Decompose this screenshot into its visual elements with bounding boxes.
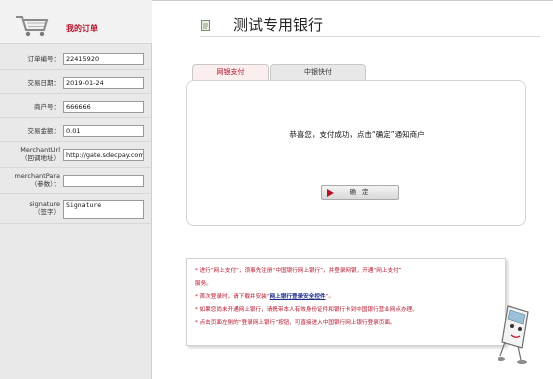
bank-title: 测试专用银行 xyxy=(233,16,324,34)
notice-item: * 如果您尚未开通网上银行，请携带本人有效身份证件和银行卡到中国银行营业网点办理… xyxy=(195,307,418,313)
signature-label: signature （签字） xyxy=(29,200,60,216)
document-icon xyxy=(201,20,210,31)
merchant-para-input[interactable] xyxy=(63,175,144,187)
signature-row: signature （签字） Signature xyxy=(0,194,152,224)
merchant-id-row: 商户号： 666666 xyxy=(0,94,152,118)
amount-input[interactable]: 0.01 xyxy=(63,125,144,137)
merchant-url-input[interactable]: http://gate.sdecpay.com xyxy=(63,149,144,161)
trade-date-row: 交易日期： 2019-01-24 xyxy=(0,70,152,94)
signature-textarea[interactable]: Signature xyxy=(63,200,144,219)
success-message: 恭喜您，支付成功，点击“确定”通知商户 xyxy=(289,130,425,139)
order-number-row: 订单编号： 22415920 xyxy=(0,46,152,70)
top-divider xyxy=(152,0,553,3)
card-mascot-icon xyxy=(498,305,529,364)
merchant-url-row: MerchantUrl （回调地址） http://gate.sdecpay.c… xyxy=(0,142,152,168)
merchant-id-label: 商户号： xyxy=(34,103,60,111)
order-sidebar: 我的订单 订单编号： 22415920 交易日期： 2019-01-24 商户号… xyxy=(0,0,152,379)
notice-item-continued: 服务。 xyxy=(195,281,212,287)
amount-label: 交易金额： xyxy=(27,127,61,135)
merchant-para-row: merchantPara （参数）： xyxy=(0,168,152,194)
order-title: 我的订单 xyxy=(66,23,98,33)
merchant-id-input[interactable]: 666666 xyxy=(63,101,144,113)
title-divider xyxy=(200,36,540,37)
security-control-link[interactable]: 网上银行登录安全控件 xyxy=(270,294,326,300)
trade-date-label: 交易日期： xyxy=(27,79,61,87)
merchant-url-label: MerchantUrl （回调地址） xyxy=(20,146,60,162)
order-number-label: 订单编号： xyxy=(27,55,61,63)
payment-panel: 恭喜您，支付成功，点击“确定”通知商户 确 定 xyxy=(186,80,526,226)
tab-online-banking[interactable]: 网银支付 xyxy=(192,64,269,80)
order-number-input[interactable]: 22415920 xyxy=(63,53,144,65)
notice-item: * 首次登录时，请下载并安装“网上银行登录安全控件”。 xyxy=(195,294,335,300)
notice-item: * 点击页面左侧的“登录网上银行”按钮，可直接进入中国银行网上银行登录页面。 xyxy=(195,320,396,326)
confirm-button-label: 确 定 xyxy=(349,188,371,196)
tab-boc-quickpay[interactable]: 中银快付 xyxy=(270,64,366,80)
confirm-button[interactable]: 确 定 xyxy=(321,185,399,200)
trade-date-input[interactable]: 2019-01-24 xyxy=(63,77,144,89)
arrow-right-icon xyxy=(327,189,334,197)
merchant-para-label: merchantPara （参数）： xyxy=(14,172,60,188)
sidebar-header: 我的订单 xyxy=(0,0,152,44)
notice-item: * 进行“网上支付”，须事先注册“中国银行网上银行”，并登录网银，开通“网上支付… xyxy=(195,268,402,274)
shopping-cart-icon xyxy=(16,16,49,37)
amount-row: 交易金额： 0.01 xyxy=(0,118,152,142)
notice-box: * 进行“网上支付”，须事先注册“中国银行网上银行”，并登录网银，开通“网上支付… xyxy=(186,258,506,346)
